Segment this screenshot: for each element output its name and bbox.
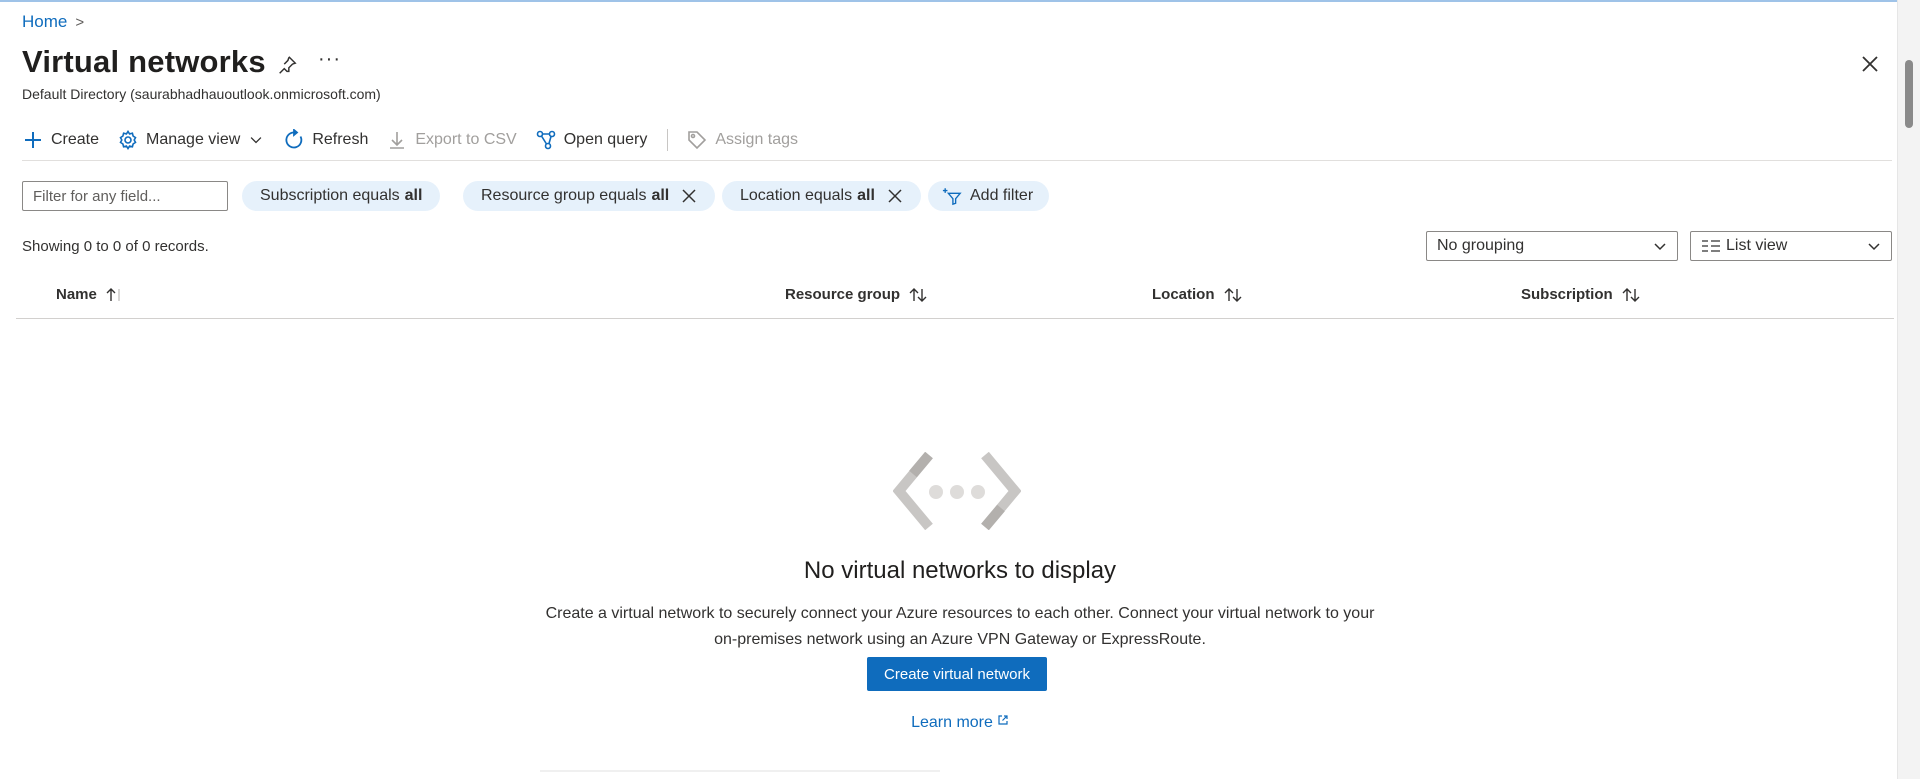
refresh-icon (285, 129, 303, 149)
create-button[interactable]: Create (22, 129, 99, 151)
export-csv-label: Export to CSV (415, 131, 517, 148)
chevron-down-icon (1654, 243, 1666, 251)
location-filter-label: Location equals (740, 187, 853, 204)
location-filter-pill[interactable]: Location equals all (722, 181, 921, 211)
resource-group-filter-value: all (651, 187, 670, 204)
refresh-button[interactable]: Refresh (283, 129, 368, 151)
list-view-icon (1702, 240, 1720, 252)
vertical-scrollbar[interactable] (1897, 0, 1920, 779)
toolbar-divider-line (22, 160, 1892, 161)
create-virtual-network-button[interactable]: Create virtual network (867, 657, 1047, 691)
gear-icon (119, 130, 137, 150)
download-icon (390, 132, 405, 149)
column-header-name[interactable]: Name (56, 286, 125, 303)
chevron-down-icon (250, 137, 262, 144)
top-border (0, 0, 1898, 2)
empty-state-description-line1: Create a virtual network to securely con… (545, 605, 1375, 622)
scrollbar-thumb[interactable] (1905, 60, 1913, 128)
subscription-filter-pill[interactable]: Subscription equals all (242, 181, 441, 211)
view-value: List view (1726, 237, 1788, 254)
remove-filter-icon[interactable] (681, 188, 697, 204)
refresh-label: Refresh (312, 131, 369, 148)
manage-view-button[interactable]: Manage view (117, 129, 265, 151)
page-title: Virtual networks (22, 44, 266, 79)
sort-icon (1224, 287, 1241, 302)
breadcrumb-home-link[interactable]: Home (22, 12, 67, 32)
open-query-label: Open query (563, 131, 648, 148)
toolbar-divider (667, 129, 669, 151)
empty-state-description: Create a virtual network to securely con… (510, 601, 1410, 653)
pin-icon[interactable] (276, 54, 298, 76)
chevron-right-icon: > (75, 13, 85, 31)
view-dropdown[interactable]: List view (1690, 231, 1892, 261)
column-header-subscription[interactable]: Subscription (1521, 286, 1641, 303)
grouping-value: No grouping (1437, 237, 1525, 254)
table-header: Name Resource group Location Subscriptio… (16, 280, 1894, 319)
manage-view-label: Manage view (146, 131, 241, 148)
bottom-divider (540, 770, 940, 772)
records-count: Showing 0 to 0 of 0 records. (22, 238, 209, 255)
query-icon (536, 130, 556, 150)
grouping-dropdown[interactable]: No grouping (1426, 231, 1678, 261)
location-filter-value: all (857, 187, 875, 204)
column-location-label: Location (1152, 286, 1215, 303)
column-header-resource-group[interactable]: Resource group (785, 286, 928, 303)
empty-state-description-line2: on-premises network using an Azure VPN G… (714, 631, 1206, 648)
filter-input[interactable] (22, 181, 228, 211)
create-label: Create (51, 131, 100, 148)
column-header-location[interactable]: Location (1152, 286, 1243, 303)
add-filter-button[interactable]: Add filter (928, 181, 1050, 211)
empty-state-title: No virtual networks to display (803, 557, 1117, 584)
add-filter-icon (942, 188, 962, 206)
close-icon[interactable] (1859, 53, 1881, 75)
resource-group-filter-label: Resource group equals (481, 187, 647, 204)
chevron-down-icon (1868, 243, 1880, 251)
command-bar: Create Manage view Refresh Export to CSV… (22, 124, 816, 156)
export-csv-button[interactable]: Export to CSV (386, 129, 517, 151)
learn-more-label: Learn more (911, 714, 993, 731)
sort-icon (909, 287, 927, 302)
sort-icon (1622, 287, 1640, 302)
add-filter-label: Add filter (970, 187, 1034, 204)
learn-more-link[interactable]: Learn more (0, 714, 1920, 732)
tag-icon (688, 131, 707, 150)
breadcrumb: Home > (22, 12, 84, 32)
resource-group-filter-pill[interactable]: Resource group equals all (463, 181, 716, 211)
subscription-filter-label: Subscription equals (260, 187, 400, 204)
subscription-filter-value: all (404, 187, 423, 204)
page-subtitle: Default Directory (saurabhadhauoutlook.o… (22, 86, 381, 102)
virtual-network-icon (893, 452, 1021, 530)
sort-ascending-icon (106, 287, 120, 301)
open-query-button[interactable]: Open query (535, 129, 648, 151)
remove-filter-icon[interactable] (887, 188, 903, 204)
column-subscription-label: Subscription (1521, 286, 1613, 303)
column-name-label: Name (56, 286, 97, 303)
more-options-icon[interactable]: ··· (318, 48, 341, 71)
plus-icon (25, 132, 41, 148)
assign-tags-label: Assign tags (715, 131, 799, 148)
assign-tags-button[interactable]: Assign tags (686, 129, 798, 151)
external-link-icon (998, 715, 1008, 725)
column-resource-group-label: Resource group (785, 286, 901, 303)
